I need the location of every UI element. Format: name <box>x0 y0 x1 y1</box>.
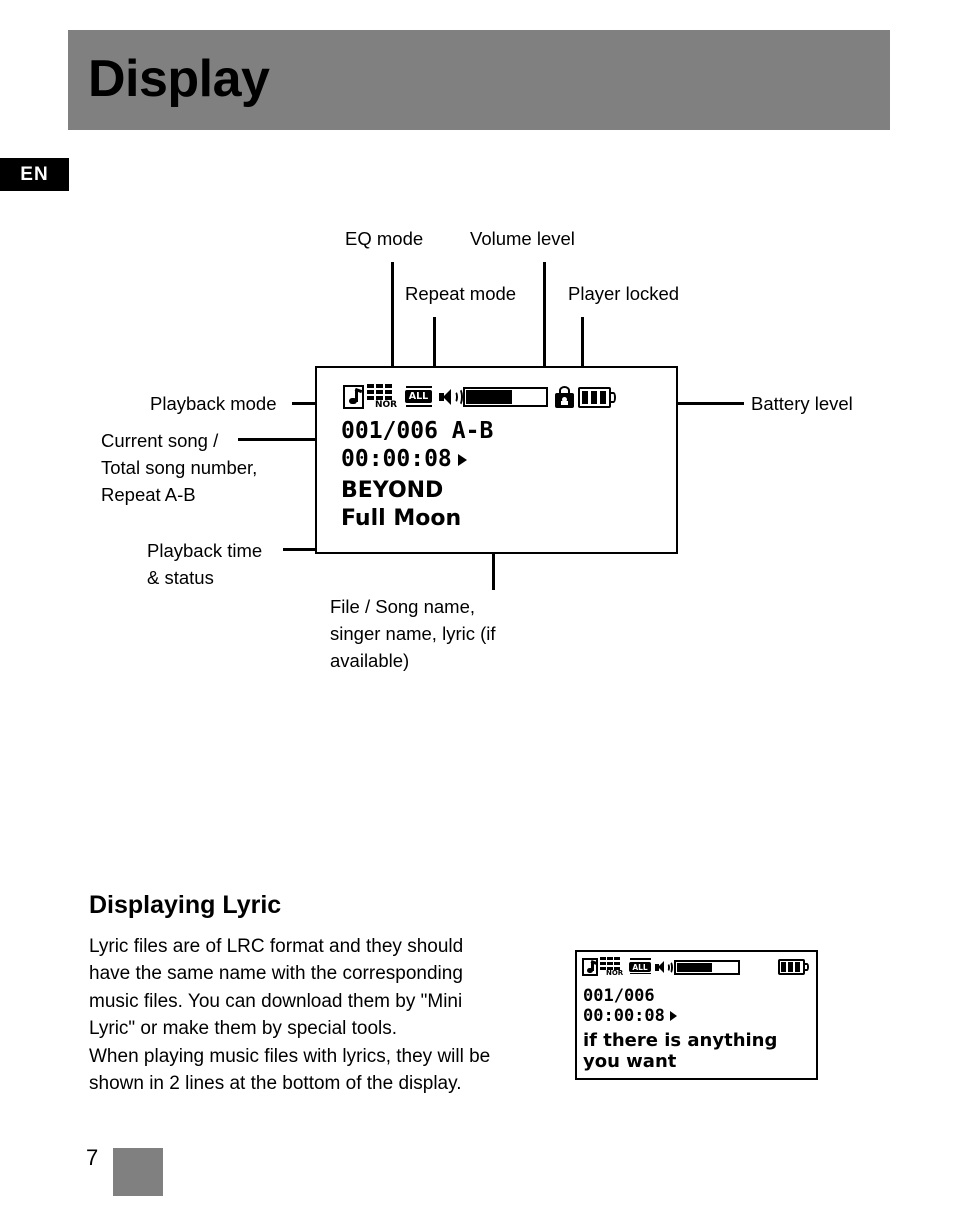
lcd-display-main: NOR ALL 001/006 A-B 00:00:08 BEYOND Full… <box>315 366 678 554</box>
lcd-song-name: BEYOND <box>341 478 444 503</box>
repeat-mode-label: ALL <box>632 962 648 972</box>
callout-repeat-mode: Repeat mode <box>405 283 517 304</box>
lcd-display-lyric: NOR ALL 001/006 00:00:08 if there is any… <box>575 950 818 1080</box>
display-diagram: EQ mode Volume level Repeat mode Player … <box>0 0 954 720</box>
callout-volume-level: Volume level <box>470 228 575 249</box>
footer-block <box>113 1148 163 1196</box>
lcd-lyric-line-2: you want <box>583 1051 677 1072</box>
callout-battery-level: Battery level <box>751 393 853 414</box>
page-number: 7 <box>86 1145 99 1170</box>
section-heading-displaying-lyric: Displaying Lyric <box>89 891 282 919</box>
volume-bar <box>674 959 740 975</box>
lcd-time-line: 00:00:08 <box>341 446 467 472</box>
callout-playback-mode: Playback mode <box>150 393 277 414</box>
repeat-icon: ALL <box>627 957 654 977</box>
play-status-icon <box>457 453 467 466</box>
lcd-track-line: 001/006 A-B <box>341 418 494 444</box>
equalizer-icon: NOR <box>367 384 400 410</box>
music-note-icon <box>343 385 364 409</box>
callout-current-song-line3: Repeat A-B <box>101 484 196 505</box>
leader-line-eq-mode <box>391 262 394 366</box>
callout-file-song-line3: available) <box>330 650 410 671</box>
lcd-lyric-status-bar: NOR ALL <box>582 957 809 977</box>
callout-playback-time-line2: & status <box>147 567 214 588</box>
lcd-lyric-track-line: 001/006 <box>583 986 655 1006</box>
volume-bar <box>463 387 548 407</box>
lcd-file-name: Full Moon <box>341 506 462 531</box>
repeat-icon: ALL <box>402 384 436 410</box>
leader-line-player-locked <box>581 317 584 366</box>
leader-line-battery-level <box>678 402 744 405</box>
play-status-icon <box>669 1011 677 1021</box>
lcd-status-bar: NOR ALL <box>343 384 616 410</box>
eq-mode-label: NOR <box>375 400 398 410</box>
equalizer-icon: NOR <box>600 957 626 977</box>
leader-line-repeat-mode <box>433 317 436 366</box>
callout-playback-time-line1: Playback time <box>147 540 263 561</box>
battery-icon <box>778 959 809 975</box>
repeat-mode-label: ALL <box>408 391 429 402</box>
leader-line-volume-level <box>543 262 546 366</box>
music-note-icon <box>582 958 598 976</box>
lcd-lyric-time-line: 00:00:08 <box>583 1006 677 1026</box>
callout-file-song-line1: File / Song name, <box>330 596 475 617</box>
lock-icon <box>554 385 575 409</box>
section-body-text: Lyric files are of LRC format and they s… <box>89 936 491 1095</box>
callout-file-song-line2: singer name, lyric (if <box>330 623 496 644</box>
leader-line-playback-time-h1 <box>283 548 318 551</box>
eq-mode-label: NOR <box>606 969 624 977</box>
battery-icon <box>578 386 616 408</box>
lcd-lyric-time-value: 00:00:08 <box>583 1006 665 1026</box>
speaker-icon <box>438 386 463 408</box>
callout-player-locked: Player locked <box>568 283 680 304</box>
lcd-lyric-line-1: if there is anything <box>583 1030 778 1051</box>
callout-current-song-line2: Total song number, <box>101 457 258 478</box>
callout-eq-mode: EQ mode <box>345 228 424 249</box>
callout-current-song-line1: Current song / <box>101 430 219 451</box>
manual-page: Display EN EQ mode Volume level Repeat m… <box>0 0 954 1215</box>
speaker-icon <box>655 959 673 976</box>
lcd-time-value: 00:00:08 <box>341 446 452 472</box>
